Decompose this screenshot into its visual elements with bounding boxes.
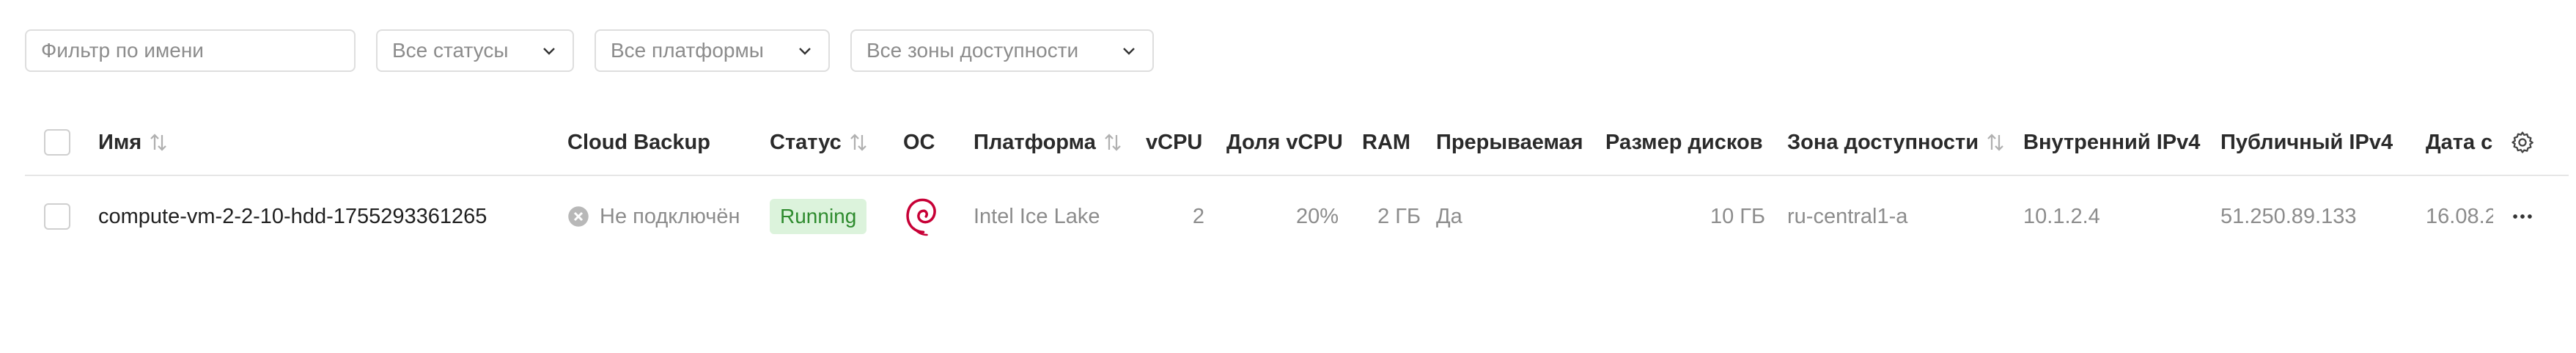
column-vcpu: vCPU (1146, 110, 1202, 175)
column-date: Дата с (2426, 110, 2493, 175)
column-zone-label: Зона доступности (1787, 130, 1979, 154)
table-settings-button[interactable] (2510, 110, 2535, 175)
column-ram-label: RAM (1362, 130, 1411, 154)
table-row[interactable]: compute-vm-2-2-10-hdd-1755293361265 Не п… (25, 176, 2569, 257)
column-status[interactable]: Статус (770, 110, 869, 175)
column-os-label: ОС (903, 130, 935, 154)
table-header: Имя Cloud Backup Статус ОС Платформа vCP… (25, 110, 2569, 176)
preemptible-value: Да (1436, 204, 1462, 228)
platform-filter-value: Все платформы (611, 39, 764, 62)
column-vcpu-share-label: Доля vCPU (1226, 130, 1343, 154)
platform-filter-select[interactable]: Все платформы (595, 29, 830, 72)
internal-ipv4-cell: 10.1.2.4 (2023, 176, 2100, 257)
column-public-ipv4: Публичный IPv4 (2220, 110, 2393, 175)
vcpu-value: 2 (1192, 204, 1204, 228)
column-disk-size: Размер дисков (1605, 110, 1763, 175)
vm-name-link[interactable]: compute-vm-2-2-10-hdd-1755293361265 (98, 176, 487, 257)
platform-cell: Intel Ice Lake (974, 176, 1100, 257)
gear-icon (2511, 131, 2533, 153)
sort-icon (1987, 134, 2003, 151)
public-ipv4-value: 51.250.89.133 (2220, 204, 2357, 228)
column-name-label: Имя (98, 130, 142, 154)
column-os: ОС (903, 110, 935, 175)
os-cell (903, 176, 940, 257)
preemptible-cell: Да (1436, 176, 1462, 257)
sort-icon (150, 134, 167, 151)
column-disk-size-label: Размер дисков (1605, 130, 1763, 154)
disk-size-cell: 10 ГБ (1605, 176, 1765, 257)
vm-table: Имя Cloud Backup Статус ОС Платформа vCP… (25, 110, 2569, 257)
debian-icon (906, 198, 936, 236)
column-zone[interactable]: Зона доступности (1787, 110, 2006, 175)
column-cloud-backup-label: Cloud Backup (567, 130, 710, 154)
cloud-backup-value: Не подключён (600, 204, 740, 228)
column-platform[interactable]: Платформа (974, 110, 1124, 175)
vcpu-share-cell: 20% (1226, 176, 1339, 257)
status-cell: Running (770, 176, 867, 257)
column-name[interactable]: Имя (98, 110, 169, 175)
zone-cell: ru-central1-a (1787, 176, 1907, 257)
status-badge: Running (770, 199, 867, 234)
column-date-label: Дата с (2426, 130, 2493, 154)
row-actions-button[interactable] (2510, 176, 2535, 257)
more-horizontal-icon (2513, 214, 2532, 219)
select-all-cell (44, 110, 70, 175)
column-internal-ipv4: Внутренний IPv4 (2023, 110, 2200, 175)
vm-name: compute-vm-2-2-10-hdd-1755293361265 (98, 204, 487, 228)
ram-value: 2 ГБ (1377, 204, 1421, 228)
sort-icon (1105, 134, 1121, 151)
column-preemptible: Прерываемая (1436, 110, 1583, 175)
filters-bar: Фильтр по имени Все статусы Все платформ… (25, 29, 1154, 73)
chevron-down-icon (1123, 48, 1135, 55)
chevron-down-icon (543, 48, 555, 55)
cloud-backup-cell: Не подключён (567, 176, 740, 257)
internal-ipv4-value: 10.1.2.4 (2023, 204, 2100, 228)
zone-filter-select[interactable]: Все зоны доступности (850, 29, 1154, 72)
select-all-checkbox[interactable] (44, 129, 70, 156)
column-cloud-backup: Cloud Backup (567, 110, 710, 175)
ram-cell: 2 ГБ (1362, 176, 1421, 257)
disk-size-value: 10 ГБ (1710, 204, 1765, 228)
vcpu-share-value: 20% (1295, 204, 1339, 228)
zone-value: ru-central1-a (1787, 204, 1908, 228)
date-value: 16.08.2 (2426, 204, 2493, 228)
column-vcpu-label: vCPU (1146, 130, 1203, 154)
date-cell: 16.08.2 (2426, 176, 2493, 257)
chevron-down-icon (799, 48, 811, 55)
sort-icon (850, 134, 866, 151)
x-circle-icon (568, 206, 589, 227)
column-vcpu-share: Доля vCPU (1226, 110, 1343, 175)
column-internal-ipv4-label: Внутренний IPv4 (2023, 130, 2201, 154)
row-select-cell (44, 176, 70, 257)
status-filter-select[interactable]: Все статусы (376, 29, 574, 72)
name-filter-input[interactable]: Фильтр по имени (25, 29, 356, 72)
public-ipv4-cell: 51.250.89.133 (2220, 176, 2356, 257)
column-ram: RAM (1362, 110, 1410, 175)
column-platform-label: Платформа (974, 130, 1096, 154)
status-filter-value: Все статусы (392, 39, 509, 62)
vcpu-cell: 2 (1146, 176, 1204, 257)
zone-filter-value: Все зоны доступности (866, 39, 1079, 62)
name-filter-placeholder: Фильтр по имени (41, 39, 204, 62)
column-preemptible-label: Прерываемая (1436, 130, 1583, 154)
column-public-ipv4-label: Публичный IPv4 (2220, 130, 2393, 154)
row-checkbox[interactable] (44, 203, 70, 230)
platform-value: Intel Ice Lake (974, 204, 1100, 228)
column-status-label: Статус (770, 130, 842, 154)
